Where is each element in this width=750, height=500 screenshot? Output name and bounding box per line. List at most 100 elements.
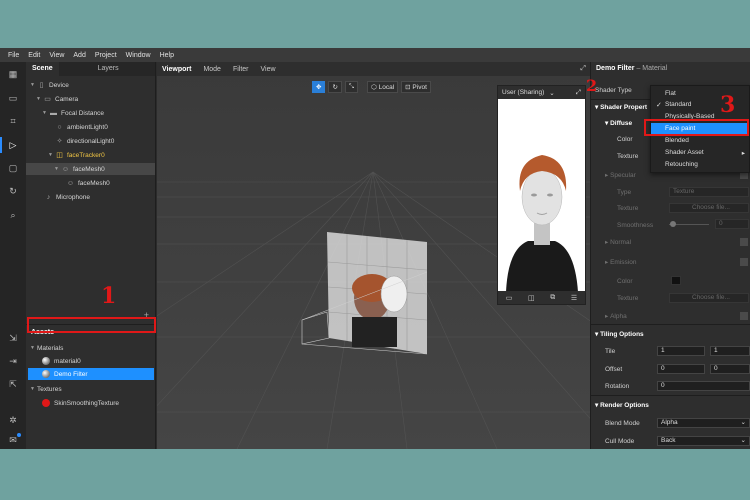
menu-project[interactable]: Project bbox=[95, 52, 117, 59]
tree-item-directional-light[interactable]: ✧ directionalLight0 bbox=[55, 135, 115, 147]
asset-skin-smoothing-texture[interactable]: SkinSmoothingTexture bbox=[42, 397, 119, 409]
specular-choose-file[interactable]: Choose file... bbox=[669, 203, 749, 213]
device-preview[interactable]: User (Sharing) ⌄ ⤢ ▭ ◫ ⧉ ☰ bbox=[497, 85, 586, 305]
export-icon[interactable]: ⇱ bbox=[7, 378, 19, 390]
asset-group-materials[interactable]: ▼ Materials bbox=[30, 342, 63, 354]
blend-mode-select[interactable]: Alpha ⌄ bbox=[657, 418, 750, 428]
normal-checkbox[interactable] bbox=[740, 238, 748, 246]
chevron-down-icon[interactable]: ▼ bbox=[30, 345, 36, 351]
menu-icon[interactable]: ☰ bbox=[571, 294, 577, 302]
menu-window[interactable]: Window bbox=[126, 52, 151, 59]
expand-icon[interactable]: ⤢ bbox=[576, 89, 581, 97]
offset-y-input[interactable]: 0 bbox=[710, 364, 750, 374]
shader-option-blended[interactable]: Blended bbox=[651, 135, 749, 146]
chevron-down-icon[interactable]: ▼ bbox=[30, 82, 36, 88]
tree-item-microphone[interactable]: ♪ Microphone bbox=[44, 191, 90, 203]
chevron-down-icon[interactable]: ▼ bbox=[54, 166, 60, 172]
render-options-header[interactable]: ▾ Render Options bbox=[591, 399, 750, 411]
light-icon: ○ bbox=[57, 123, 62, 131]
chevron-down-icon[interactable]: ▼ bbox=[36, 96, 42, 102]
menu-add[interactable]: Add bbox=[73, 52, 85, 59]
mirror-icon[interactable]: ⧉ bbox=[550, 294, 555, 302]
video-icon[interactable]: ▭ bbox=[506, 294, 513, 302]
local-button[interactable]: ⬡ Local bbox=[367, 81, 399, 93]
menu-view[interactable]: View bbox=[49, 52, 64, 59]
pivot-button[interactable]: ⊡ Pivot bbox=[401, 81, 431, 93]
emission-choose-file[interactable]: Choose file... bbox=[669, 293, 749, 303]
bug-icon[interactable]: ✲ bbox=[7, 414, 19, 426]
tiling-options-header[interactable]: ▾ Tiling Options bbox=[591, 328, 750, 340]
import-icon[interactable]: ⇲ bbox=[7, 332, 19, 344]
assets-panel: Assets ▼ Materials material0 Demo Filter … bbox=[26, 324, 156, 449]
notification-icon[interactable]: ✉ bbox=[7, 433, 21, 446]
focal-distance-icon: ▬ bbox=[50, 109, 57, 117]
expand-icon[interactable]: ⤢ bbox=[580, 65, 586, 73]
menu-edit[interactable]: Edit bbox=[28, 52, 40, 59]
move-tool-icon[interactable]: ✥ bbox=[312, 81, 326, 93]
viewport-panel[interactable]: Viewport Mode Filter View ⤢ ✥ ↻ ⤡ ⬡ Loca… bbox=[157, 62, 590, 449]
left-toolbar: ▦ ▭ ⌗ ▷ ▢ ↻ ⌕ ⇲ ⇥ ⇱ ✲ ✉ bbox=[0, 62, 26, 449]
tab-mode[interactable]: Mode bbox=[203, 66, 221, 73]
shader-option-shader-asset[interactable]: Shader Asset ▸ bbox=[651, 147, 749, 158]
tree-item-ambient-light[interactable]: ○ ambientLight0 bbox=[55, 121, 107, 133]
smoothness-handle[interactable] bbox=[670, 221, 676, 227]
tree-item-camera[interactable]: ▼ ▭ Camera bbox=[36, 93, 78, 105]
chevron-down-icon[interactable]: ▼ bbox=[42, 110, 48, 116]
rotate-tool-icon[interactable]: ↻ bbox=[328, 81, 342, 93]
menu-file[interactable]: File bbox=[8, 52, 19, 59]
annotation-label-1: 1 bbox=[101, 283, 117, 309]
tab-viewport[interactable]: Viewport bbox=[162, 66, 191, 73]
device-icon: ▯ bbox=[39, 82, 44, 89]
tree-item-face-tracker[interactable]: ▼ ◫ faceTracker0 bbox=[48, 149, 105, 161]
asset-group-textures[interactable]: ▼ Textures bbox=[30, 383, 62, 395]
patch-icon[interactable]: ⌗ bbox=[7, 115, 19, 127]
smoothness-value[interactable]: 0 bbox=[715, 219, 749, 229]
face-mesh-icon: ☺ bbox=[61, 165, 70, 173]
emission-checkbox[interactable] bbox=[740, 258, 748, 266]
video-icon[interactable]: ▭ bbox=[7, 92, 19, 104]
normal-header[interactable]: ▸ Normal bbox=[591, 236, 750, 248]
tab-view[interactable]: View bbox=[261, 66, 276, 73]
tree-item-face-mesh-child[interactable]: ☺ faceMesh0 bbox=[66, 177, 110, 189]
tree-item-focal-distance[interactable]: ▼ ▬ Focal Distance bbox=[42, 107, 104, 119]
checkmark-icon: ✓ bbox=[656, 101, 662, 109]
search-icon[interactable]: ⌕ bbox=[7, 209, 19, 221]
offset-x-input[interactable]: 0 bbox=[657, 364, 705, 374]
material-icon bbox=[42, 370, 50, 378]
menu-help[interactable]: Help bbox=[160, 52, 174, 59]
emission-header[interactable]: ▸ Emission bbox=[591, 256, 750, 268]
annotation-box-demo-filter bbox=[27, 317, 156, 333]
login-icon[interactable]: ⇥ bbox=[7, 355, 19, 367]
tree-item-face-mesh[interactable]: ▼ ☺ faceMesh0 bbox=[26, 163, 155, 175]
sync-icon[interactable]: ↻ bbox=[7, 185, 19, 197]
screenshot-icon[interactable]: ◫ bbox=[528, 294, 535, 302]
app-window: File Edit View Add Project Window Help ▦… bbox=[0, 48, 750, 449]
preview-device-select[interactable]: User (Sharing) bbox=[502, 89, 544, 96]
layout-icon[interactable]: ▦ bbox=[7, 68, 19, 80]
specular-type-select[interactable]: Texture bbox=[669, 187, 749, 197]
chevron-down-icon[interactable]: ⌄ bbox=[549, 89, 554, 97]
asset-material0[interactable]: material0 bbox=[42, 355, 81, 367]
chevron-down-icon[interactable]: ▼ bbox=[48, 152, 54, 158]
device-icon[interactable]: ▢ bbox=[7, 162, 19, 174]
tile-x-input[interactable]: 1 bbox=[657, 346, 705, 356]
play-icon[interactable]: ▷ bbox=[0, 137, 19, 153]
scene-panel: Scene Layers ▼ ▯ Device ▼ ▭ Camera ▼ ▬ Focal D… bbox=[26, 62, 156, 324]
tab-layers[interactable]: Layers bbox=[92, 62, 125, 76]
asset-demo-filter[interactable]: Demo Filter bbox=[28, 368, 154, 380]
scale-tool-icon[interactable]: ⤡ bbox=[344, 81, 359, 93]
cull-mode-select[interactable]: Back ⌄ bbox=[657, 436, 750, 446]
emission-color-swatch[interactable] bbox=[671, 276, 681, 285]
tile-y-input[interactable]: 1 bbox=[710, 346, 750, 356]
chevron-down-icon[interactable]: ▼ bbox=[30, 386, 36, 392]
preview-camera-feed bbox=[498, 99, 585, 292]
chevron-down-icon: ⌄ bbox=[740, 419, 746, 426]
tab-scene[interactable]: Scene bbox=[26, 62, 59, 76]
alpha-header[interactable]: ▸ Alpha bbox=[591, 310, 750, 322]
pivot-icon: ⊡ bbox=[405, 84, 411, 91]
tab-filter[interactable]: Filter bbox=[233, 66, 249, 73]
alpha-checkbox[interactable] bbox=[740, 312, 748, 320]
tree-item-device[interactable]: ▼ ▯ Device bbox=[30, 79, 69, 91]
shader-option-retouching[interactable]: Retouching bbox=[651, 159, 749, 170]
rotation-input[interactable]: 0 bbox=[657, 381, 750, 391]
